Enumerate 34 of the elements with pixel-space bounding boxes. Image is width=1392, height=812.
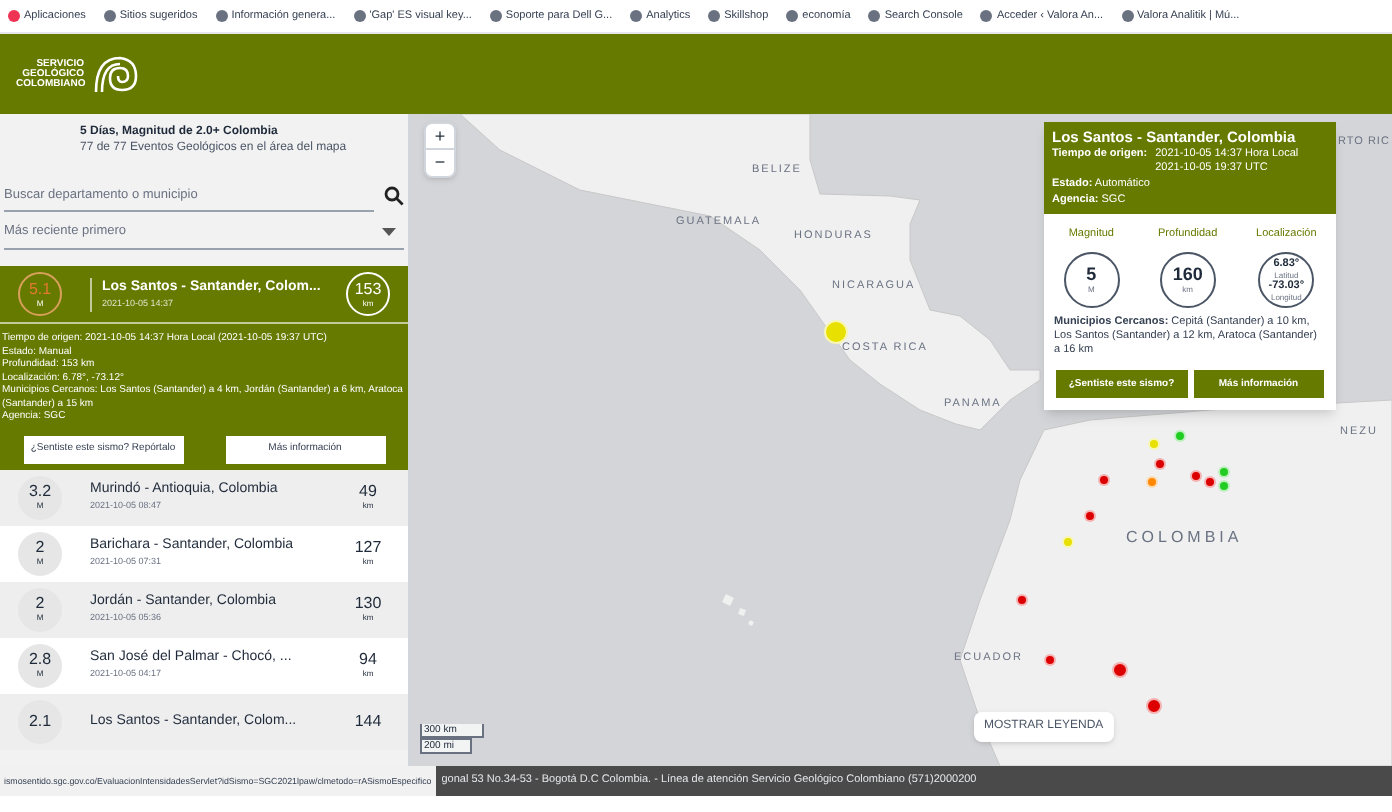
distance-value: 153	[354, 281, 382, 297]
caret-icon	[382, 228, 396, 236]
bookmark-icon	[708, 10, 721, 22]
search-icon[interactable]	[384, 185, 404, 205]
zoom-out-button[interactable]: −	[426, 150, 454, 176]
map-label: COLOMBIA	[1126, 526, 1243, 550]
magnitude-value: 2.1	[28, 713, 52, 729]
map[interactable]	[410, 114, 1392, 766]
magnitude-value: 3.2	[28, 484, 52, 500]
stat-value: 5	[1086, 266, 1097, 285]
bookmark-icon	[630, 10, 643, 22]
earthquake-marker[interactable]	[824, 320, 848, 344]
spiral-logo-icon	[92, 52, 140, 96]
bookmark-icon	[786, 10, 799, 22]
bookmark-icon	[215, 10, 228, 22]
bookmark-icon	[103, 10, 116, 22]
zoom-in-button[interactable]: +	[426, 124, 454, 150]
distance-value: 127	[354, 540, 382, 556]
distance-value: 130	[354, 596, 382, 612]
bookmark-icon	[8, 10, 20, 22]
magnitude-value: 2.8	[28, 652, 52, 668]
island-shape	[722, 594, 754, 626]
bookmark-icon	[868, 10, 881, 22]
distance-value: 49	[359, 484, 377, 500]
distance-value: 94	[359, 652, 377, 668]
stat-value: 160	[1172, 266, 1203, 285]
bookmark-icon	[1121, 10, 1134, 22]
bookmark-icon	[980, 10, 993, 22]
bookmark-icon	[489, 10, 502, 22]
bookmark-icon	[353, 10, 366, 22]
magnitude-value: 2	[35, 540, 45, 556]
distance-value: 144	[354, 713, 382, 729]
magnitude-value: 2	[35, 596, 45, 612]
magnitude-value: 5.1	[28, 281, 52, 297]
